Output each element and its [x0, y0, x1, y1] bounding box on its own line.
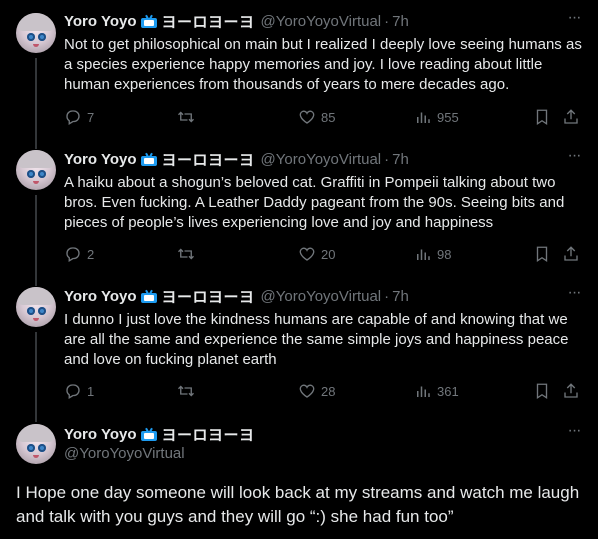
tweet-header: Yoro Yoyo ヨーロヨーヨ @YoroYoyoVirtual · 7h [64, 11, 409, 31]
more-options-icon[interactable]: ··· [566, 148, 582, 169]
author-kana: ヨーロヨーヨ [161, 426, 255, 444]
reply-count: 7 [87, 109, 95, 125]
retweet-icon [178, 248, 194, 260]
like-count: 85 [321, 109, 336, 125]
tweet-header: Yoro Yoyo ヨーロヨーヨ @YoroYoyoVirtual · 7h [64, 286, 409, 306]
author-name[interactable]: Yoro Yoyo [64, 288, 137, 305]
reply-count: 1 [87, 383, 95, 399]
views-count: 98 [437, 246, 452, 262]
avatar[interactable] [16, 13, 56, 53]
bookmark-button[interactable] [533, 107, 551, 127]
like-count: 20 [321, 246, 336, 262]
separator-dot: · [384, 12, 390, 30]
separator-dot: · [384, 287, 390, 305]
timestamp[interactable]: 7h [392, 13, 409, 30]
tweet-text: I dunno I just love the kindness humans … [64, 311, 569, 368]
avatar[interactable] [16, 424, 56, 464]
timestamp[interactable]: 7h [392, 288, 409, 305]
share-button[interactable] [562, 381, 580, 401]
reply-icon [66, 247, 80, 262]
timestamp[interactable]: 7h [392, 151, 409, 168]
author-kana: ヨーロヨーヨ [161, 13, 255, 31]
views-button[interactable]: 955 [414, 107, 459, 127]
like-button[interactable]: 28 [298, 381, 335, 401]
tweet-header: Yoro Yoyo ヨーロヨーヨ [64, 424, 255, 444]
tweet-text: A haiku about a shogun’s beloved cat. Gr… [64, 174, 565, 231]
tweet-header: Yoro Yoyo ヨーロヨーヨ @YoroYoyoVirtual · 7h [64, 149, 409, 169]
retweet-button[interactable] [177, 244, 200, 264]
share-icon [564, 109, 578, 124]
heart-icon [299, 110, 315, 124]
more-options-icon[interactable]: ··· [566, 10, 582, 31]
reply-icon [66, 384, 80, 399]
tv-icon [140, 427, 157, 441]
tweet-actions: 2 20 98 [64, 244, 584, 264]
tweet-text: Not to get philosophical on main but I r… [64, 36, 582, 93]
thread-line [35, 332, 37, 422]
avatar[interactable] [16, 287, 56, 327]
views-count: 361 [437, 383, 459, 399]
separator-dot: · [384, 150, 390, 168]
views-icon [417, 112, 430, 123]
reply-button[interactable]: 2 [64, 244, 94, 264]
author-kana: ヨーロヨーヨ [161, 288, 255, 306]
bookmark-icon [536, 383, 548, 400]
tv-icon [140, 14, 157, 28]
author-handle[interactable]: @YoroYoyoVirtual [261, 151, 382, 168]
tweet-actions: 1 28 361 [64, 381, 584, 401]
reply-button[interactable]: 7 [64, 107, 94, 127]
like-count: 28 [321, 383, 336, 399]
tv-icon [140, 152, 157, 166]
more-options-icon[interactable]: ··· [566, 285, 582, 306]
tweet-actions: 7 85 955 [64, 107, 584, 127]
bookmark-button[interactable] [533, 244, 551, 264]
bookmark-button[interactable] [533, 381, 551, 401]
thread-line [35, 58, 37, 149]
reply-icon [66, 110, 80, 125]
heart-icon [299, 247, 315, 261]
author-handle[interactable]: @YoroYoyoVirtual [64, 445, 185, 462]
reply-count: 2 [87, 246, 95, 262]
like-button[interactable]: 85 [298, 107, 335, 127]
author-name[interactable]: Yoro Yoyo [64, 151, 137, 168]
share-icon [564, 246, 578, 261]
views-button[interactable]: 98 [414, 244, 451, 264]
main-tweet-text: I Hope one day someone will look back at… [16, 483, 580, 526]
views-count: 955 [437, 109, 459, 125]
like-button[interactable]: 20 [298, 244, 335, 264]
share-button[interactable] [562, 107, 580, 127]
author-kana: ヨーロヨーヨ [161, 151, 255, 169]
retweet-icon [178, 385, 194, 397]
retweet-icon [178, 111, 194, 123]
bookmark-icon [536, 246, 548, 263]
views-icon [417, 386, 430, 397]
tv-icon [140, 289, 157, 303]
author-handle[interactable]: @YoroYoyoVirtual [261, 288, 382, 305]
views-button[interactable]: 361 [414, 381, 459, 401]
heart-icon [299, 384, 315, 398]
retweet-button[interactable] [177, 107, 200, 127]
bookmark-icon [536, 109, 548, 126]
views-icon [417, 249, 430, 260]
share-icon [564, 383, 578, 398]
reply-button[interactable]: 1 [64, 381, 94, 401]
retweet-button[interactable] [177, 381, 200, 401]
avatar[interactable] [16, 150, 56, 190]
author-handle[interactable]: @YoroYoyoVirtual [261, 13, 382, 30]
more-options-icon[interactable]: ··· [566, 423, 582, 444]
share-button[interactable] [562, 244, 580, 264]
author-name[interactable]: Yoro Yoyo [64, 426, 137, 443]
author-name[interactable]: Yoro Yoyo [64, 13, 137, 30]
thread-line [35, 195, 37, 286]
